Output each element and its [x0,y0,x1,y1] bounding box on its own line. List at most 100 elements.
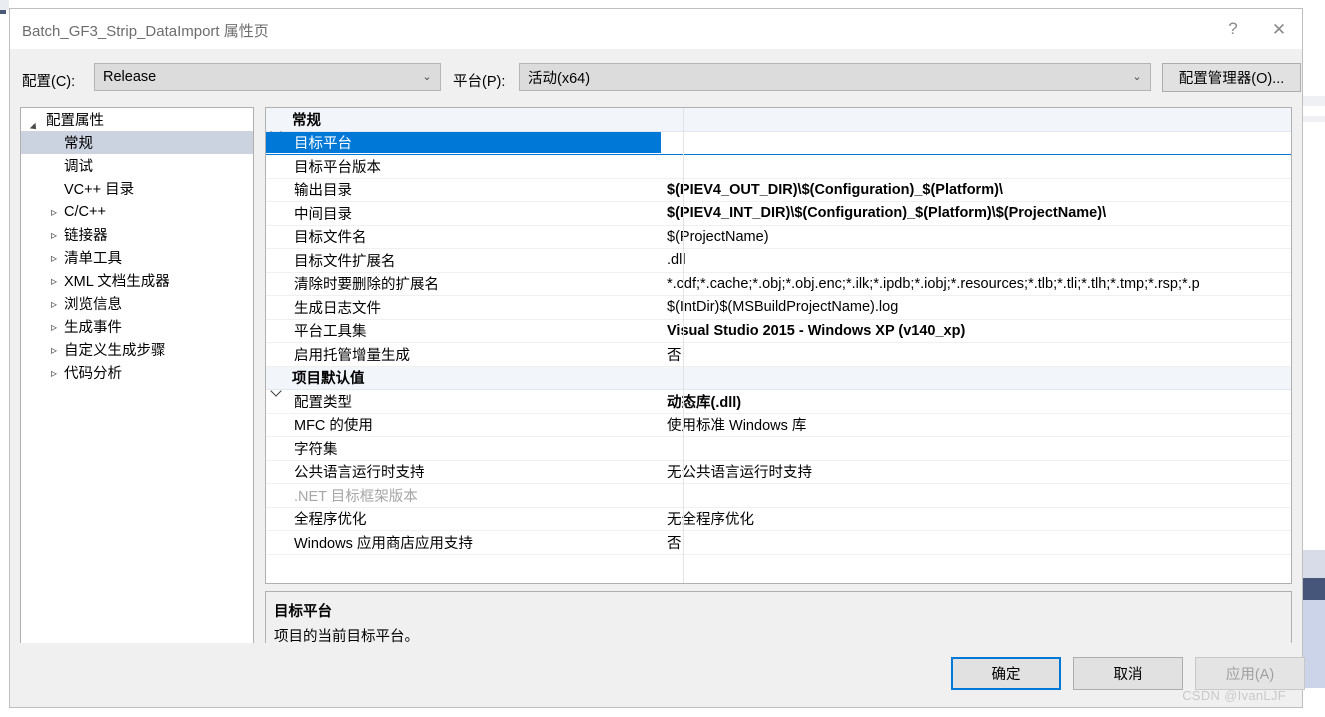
property-row[interactable]: 中间目录 $(PIEV4_INT_DIR)\$(Configuration)_$(… [266,202,1291,226]
property-value[interactable]: .dll [661,252,1291,268]
close-icon[interactable]: ✕ [1256,9,1302,49]
tree-collapse-arrow-icon[interactable] [45,321,63,333]
title-bar-buttons: ? ✕ [1210,9,1302,49]
platform-label: 平台(P): [453,74,506,90]
column-splitter[interactable] [683,108,684,583]
tree-collapse-arrow-icon[interactable] [45,298,63,310]
property-name: 平台工具集 [294,324,367,341]
platform-dropdown[interactable]: 活动(x64) ⌄ [519,63,1151,91]
platform-value: 活动(x64) [528,70,591,87]
help-glyph: ? [1228,19,1238,38]
tree-item-7[interactable]: XML 文档生成器 [21,269,253,292]
tree-item-label: 配置属性 [46,113,104,129]
property-row[interactable]: 启用托管增量生成 否 [266,343,1291,367]
property-value[interactable]: 无公共语言运行时支持 [661,461,1291,482]
property-row[interactable]: 目标平台 [266,132,1291,155]
tree-item-label: C/C++ [64,203,106,220]
property-value[interactable]: 使用标准 Windows 库 [661,414,1291,435]
tree-item-3[interactable]: VC++ 目录 [21,177,253,200]
property-grid[interactable]: 常规 目标平台目标平台版本 输出目录 $(PIEV4_OUT_DIR)\$(Confi… [265,107,1292,584]
tree-item-2[interactable]: 调试 [21,154,253,177]
property-name: 清除时要删除的扩展名 [294,277,439,294]
property-row[interactable]: 字符集 [266,437,1291,461]
artifact-segment [1303,688,1325,717]
dialog-footer: 确定 取消 应用(A) CSDN @IvanLJF [10,643,1305,707]
property-row[interactable]: 全程序优化 无全程序优化 [266,508,1291,531]
property-name: 全程序优化 [294,512,367,529]
tree-item-0[interactable]: 配置属性 [21,108,253,131]
property-name: 中间目录 [294,206,352,223]
property-row[interactable]: MFC 的使用 使用标准 Windows 库 [266,414,1291,437]
chevron-down-icon: ⌄ [1132,70,1142,83]
property-row[interactable]: Windows 应用商店应用支持 否 [266,531,1291,555]
chevron-down-icon: ⌄ [422,70,432,83]
property-value[interactable]: $(PIEV4_OUT_DIR)\$(Configuration)_$(Plat… [661,182,1291,198]
property-pages-dialog: Batch_GF3_Strip_DataImport 属性页 ? ✕ 配置(C)… [9,8,1305,708]
property-value[interactable]: 动态库(.dll) [661,391,1291,412]
property-value[interactable]: *.cdf;*.cache;*.obj;*.obj.enc;*.ilk;*.ip… [661,276,1291,292]
artifact-segment [1303,116,1325,122]
property-row[interactable]: 清除时要删除的扩展名 *.cdf;*.cache;*.obj;*.obj.enc;… [266,273,1291,296]
configuration-manager-button[interactable]: 配置管理器(O)... [1162,63,1301,92]
tree-item-label: 生成事件 [64,320,122,336]
property-row[interactable]: .NET 目标框架版本 [266,484,1291,508]
property-value[interactable]: 否 [661,344,1291,365]
property-name: 目标平台版本 [294,159,381,176]
property-group-header[interactable]: 常规 [266,108,1291,132]
background-left-edge [0,0,9,717]
group-label: 项目默认值 [292,371,365,388]
tree-item-5[interactable]: 链接器 [21,223,253,246]
tree-item-6[interactable]: 清单工具 [21,246,253,269]
property-group-header[interactable]: 项目默认值 [266,366,1291,390]
ok-button[interactable]: 确定 [951,657,1061,690]
configuration-label: 配置(C): [22,74,76,90]
tree-collapse-arrow-icon[interactable] [45,344,63,356]
tree-collapse-arrow-icon[interactable] [45,367,63,379]
property-name: 配置类型 [294,394,352,411]
tree-item-10[interactable]: 自定义生成步骤 [21,338,253,361]
help-icon[interactable]: ? [1210,9,1256,49]
cancel-button[interactable]: 取消 [1073,657,1183,690]
tree-item-4[interactable]: C/C++ [21,200,253,223]
property-value[interactable]: $(PIEV4_INT_DIR)\$(Configuration)_$(Plat… [661,205,1291,221]
tree-item-label: 清单工具 [64,251,122,267]
property-value[interactable]: 否 [661,532,1291,553]
property-tree[interactable]: 配置属性常规调试 VC++ 目录 C/C++ 链接器清单工具 XML 文档生成器浏览信息… [20,107,254,662]
configuration-dropdown[interactable]: Release ⌄ [94,63,441,91]
property-row[interactable]: 输出目录 $(PIEV4_OUT_DIR)\$(Configuration)_$(… [266,179,1291,202]
background-right-scrollbar-artifact [1303,0,1325,717]
property-name: .NET 目标框架版本 [294,488,418,505]
property-row[interactable]: 目标平台版本 [266,155,1291,179]
tree-item-11[interactable]: 代码分析 [21,361,253,384]
main-content: 配置属性常规调试VC++ 目录C/C++链接器清单工具XML 文档生成器浏览信息… [10,99,1302,662]
property-name: 目标文件扩展名 [294,253,396,270]
property-row[interactable]: 配置类型 动态库(.dll) [266,390,1291,414]
property-name: MFC 的使用 [294,418,373,435]
property-value[interactable]: $(ProjectName) [661,229,1291,245]
tree-item-label: 常规 [64,136,93,152]
property-row[interactable]: 公共语言运行时支持 无公共语言运行时支持 [266,461,1291,484]
description-title: 目标平台 [274,604,332,620]
configuration-value: Release [103,69,157,85]
tree-collapse-arrow-icon[interactable] [45,229,63,241]
property-name: 输出目录 [294,183,352,200]
close-glyph: ✕ [1271,19,1287,39]
tree-item-9[interactable]: 生成事件 [21,315,253,338]
property-row[interactable]: 目标文件扩展名 .dll [266,249,1291,273]
property-row[interactable]: 平台工具集 Visual Studio 2015 - Windows XP (v1… [266,320,1291,343]
property-grid-rows: 常规 目标平台目标平台版本 输出目录 $(PIEV4_OUT_DIR)\$(Confi… [266,108,1291,583]
tree-collapse-arrow-icon[interactable] [45,275,63,287]
tree-item-label: 浏览信息 [64,297,122,313]
tree-item-label: 自定义生成步骤 [64,343,166,359]
tree-collapse-arrow-icon[interactable] [45,206,63,218]
tree-collapse-arrow-icon[interactable] [45,252,63,264]
property-value[interactable]: 无全程序优化 [661,508,1291,529]
property-value[interactable]: Visual Studio 2015 - Windows XP (v140_xp… [661,323,1291,339]
tree-expand-arrow-icon[interactable] [27,115,45,124]
property-row[interactable]: 目标文件名 $(ProjectName) [266,226,1291,249]
tree-item-1[interactable]: 常规 [21,131,253,154]
property-row[interactable]: 生成日志文件 $(IntDir)$(MSBuildProjectName).log [266,296,1291,320]
property-value[interactable]: $(IntDir)$(MSBuildProjectName).log [661,299,1291,315]
tree-item-8[interactable]: 浏览信息 [21,292,253,315]
tree-item-label: 调试 [64,159,93,175]
